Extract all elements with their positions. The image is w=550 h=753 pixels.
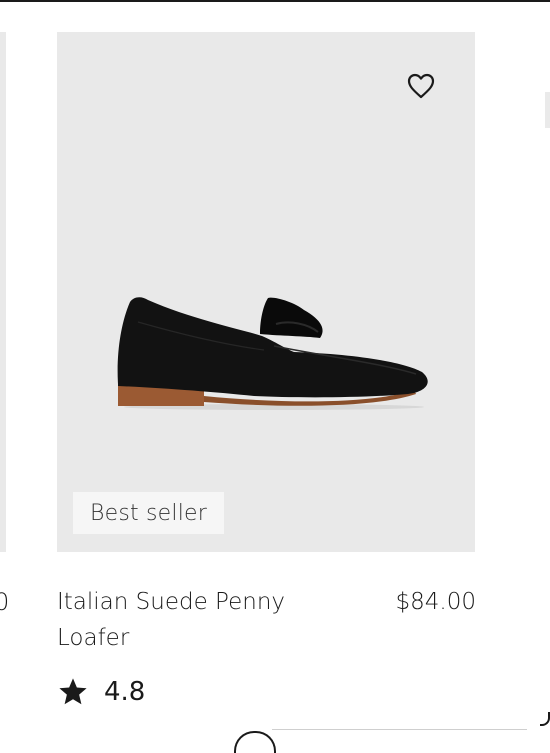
next-product-image[interactable]	[545, 92, 550, 128]
previous-product-price: 0	[0, 588, 10, 616]
product-price: $84.00	[395, 589, 476, 615]
best-seller-badge: Best seller	[73, 492, 224, 534]
product-rating: 4.8	[56, 672, 145, 712]
heart-outline-icon	[407, 73, 435, 99]
star-icon	[59, 678, 87, 705]
product-name[interactable]: Italian Suede Penny Loafer	[57, 584, 357, 656]
top-divider	[0, 0, 550, 2]
bottom-divider	[272, 729, 527, 730]
scroll-indicator	[234, 731, 276, 753]
wishlist-button[interactable]	[404, 70, 438, 102]
loafer-image	[117, 297, 428, 410]
previous-product-image[interactable]	[0, 32, 6, 552]
partial-icon	[540, 712, 550, 726]
rating-value: 4.8	[104, 677, 146, 707]
